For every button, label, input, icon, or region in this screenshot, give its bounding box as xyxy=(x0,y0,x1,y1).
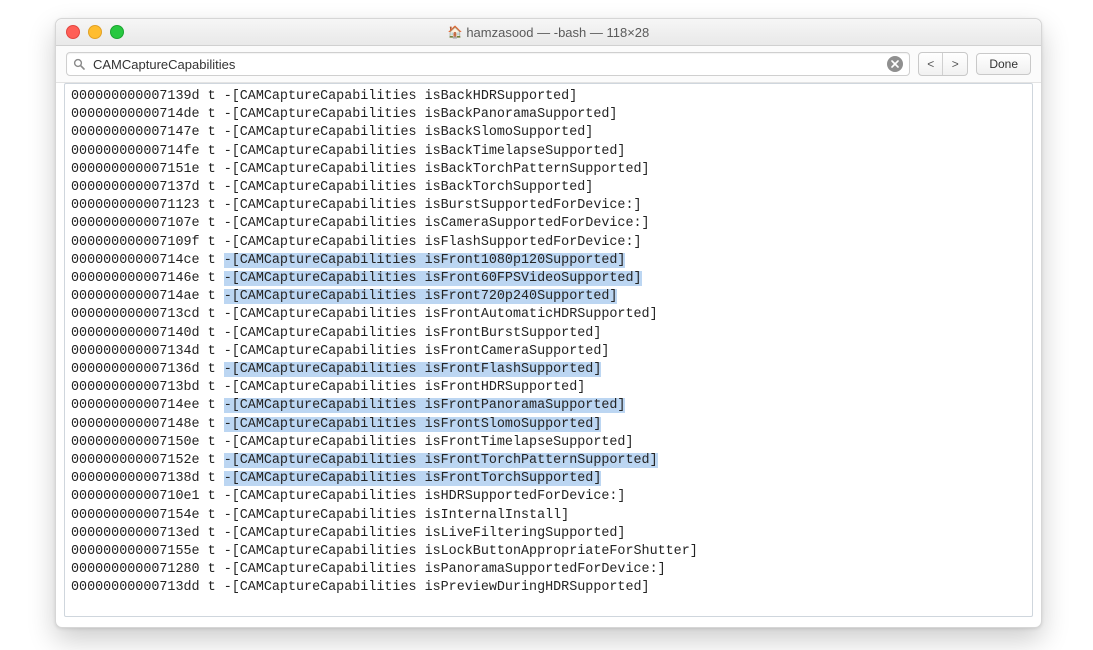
highlighted-symbol: -[CAMCaptureCapabilities isFrontTorchSup… xyxy=(224,471,602,486)
highlighted-symbol: -[CAMCaptureCapabilities isFront60FPSVid… xyxy=(224,271,642,286)
home-icon: 🏠 xyxy=(448,25,463,39)
search-field[interactable] xyxy=(66,52,910,76)
terminal-window: 🏠 hamzasood — -bash — 118×28 < > xyxy=(55,18,1042,628)
prev-next-segment: < > xyxy=(918,52,968,76)
terminal-output: 000000000007139d t -[CAMCaptureCapabilit… xyxy=(71,88,1026,598)
terminal-line: 00000000000714de t -[CAMCaptureCapabilit… xyxy=(71,107,617,122)
highlighted-symbol: -[CAMCaptureCapabilities isFrontSlomoSup… xyxy=(224,417,602,432)
close-button[interactable] xyxy=(66,25,80,39)
terminal-line: 000000000007147e t -[CAMCaptureCapabilit… xyxy=(71,125,593,140)
done-button[interactable]: Done xyxy=(976,53,1031,75)
terminal-line: 000000000007136d t -[CAMCaptureCapabilit… xyxy=(71,362,601,377)
find-prev-button[interactable]: < xyxy=(919,53,943,75)
terminal-line: 000000000007139d t -[CAMCaptureCapabilit… xyxy=(71,89,577,104)
terminal-line: 000000000007152e t -[CAMCaptureCapabilit… xyxy=(71,453,658,468)
terminal-line: 000000000007154e t -[CAMCaptureCapabilit… xyxy=(71,508,569,523)
highlighted-symbol: -[CAMCaptureCapabilities isFrontTorchPat… xyxy=(224,453,658,468)
terminal-line: 000000000007150e t -[CAMCaptureCapabilit… xyxy=(71,435,634,450)
highlighted-symbol: -[CAMCaptureCapabilities isFront720p240S… xyxy=(224,289,618,304)
search-icon xyxy=(73,58,85,70)
terminal-line: 00000000000714ae t -[CAMCaptureCapabilit… xyxy=(71,289,617,304)
find-next-button[interactable]: > xyxy=(943,53,967,75)
terminal-line: 000000000007148e t -[CAMCaptureCapabilit… xyxy=(71,417,601,432)
highlighted-symbol: -[CAMCaptureCapabilities isFront1080p120… xyxy=(224,253,626,268)
titlebar: 🏠 hamzasood — -bash — 118×28 xyxy=(56,19,1041,46)
terminal-line: 000000000007140d t -[CAMCaptureCapabilit… xyxy=(71,326,601,341)
terminal-line: 00000000000710e1 t -[CAMCaptureCapabilit… xyxy=(71,489,625,504)
find-bar: < > Done xyxy=(56,46,1041,83)
terminal-line: 00000000000714ce t -[CAMCaptureCapabilit… xyxy=(71,253,625,268)
window-title: 🏠 hamzasood — -bash — 118×28 xyxy=(56,25,1041,40)
terminal-line: 0000000000071280 t -[CAMCaptureCapabilit… xyxy=(71,562,666,577)
terminal-line: 000000000007155e t -[CAMCaptureCapabilit… xyxy=(71,544,698,559)
terminal-line: 00000000000714fe t -[CAMCaptureCapabilit… xyxy=(71,144,625,159)
terminal-line: 00000000000713bd t -[CAMCaptureCapabilit… xyxy=(71,380,585,395)
terminal-line: 000000000007134d t -[CAMCaptureCapabilit… xyxy=(71,344,609,359)
terminal-line: 00000000000713ed t -[CAMCaptureCapabilit… xyxy=(71,526,625,541)
minimize-button[interactable] xyxy=(88,25,102,39)
highlighted-symbol: -[CAMCaptureCapabilities isFrontPanorama… xyxy=(224,398,626,413)
traffic-lights xyxy=(56,25,124,39)
terminal-line: 000000000007107e t -[CAMCaptureCapabilit… xyxy=(71,216,650,231)
terminal-line: 000000000007137d t -[CAMCaptureCapabilit… xyxy=(71,180,593,195)
search-input[interactable] xyxy=(91,56,887,73)
terminal-line: 00000000000713cd t -[CAMCaptureCapabilit… xyxy=(71,307,658,322)
terminal-line: 0000000000071123 t -[CAMCaptureCapabilit… xyxy=(71,198,642,213)
highlighted-symbol: -[CAMCaptureCapabilities isFrontFlashSup… xyxy=(224,362,602,377)
clear-search-icon[interactable] xyxy=(887,56,903,72)
terminal-content-area[interactable]: 000000000007139d t -[CAMCaptureCapabilit… xyxy=(64,83,1033,617)
terminal-line: 00000000000713dd t -[CAMCaptureCapabilit… xyxy=(71,580,650,595)
terminal-line: 000000000007151e t -[CAMCaptureCapabilit… xyxy=(71,162,650,177)
terminal-line: 00000000000714ee t -[CAMCaptureCapabilit… xyxy=(71,398,625,413)
terminal-line: 000000000007146e t -[CAMCaptureCapabilit… xyxy=(71,271,642,286)
zoom-button[interactable] xyxy=(110,25,124,39)
terminal-line: 000000000007109f t -[CAMCaptureCapabilit… xyxy=(71,235,642,250)
window-title-text: hamzasood — -bash — 118×28 xyxy=(466,25,649,40)
terminal-line: 000000000007138d t -[CAMCaptureCapabilit… xyxy=(71,471,601,486)
